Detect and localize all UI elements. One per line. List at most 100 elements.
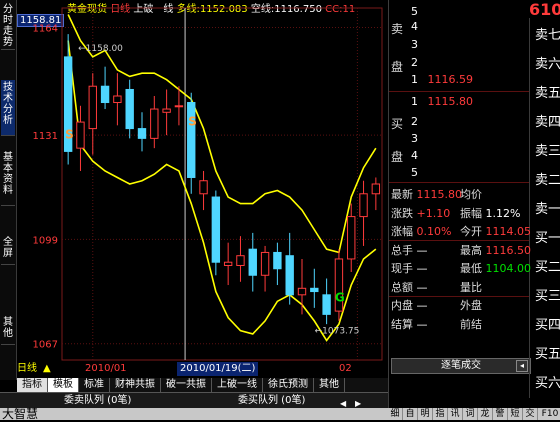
candle-body — [285, 255, 294, 296]
stat-value: 1116.50 — [485, 243, 532, 257]
sell-label-2: 盘 — [391, 60, 404, 74]
y-tick-label: 1131 — [33, 131, 58, 142]
x-label-cursor: 2010/01/19(二) — [177, 362, 259, 376]
level-number: 1 — [411, 73, 418, 86]
level-number: 4 — [411, 20, 418, 33]
tab-other[interactable]: 其他 — [1, 315, 15, 345]
sell-signal-marker: S — [188, 114, 197, 128]
left-tab-strip: 分时走势 技术分析 基本资料 全屏 其他 — [0, 0, 17, 380]
candle-body — [236, 255, 245, 266]
side-level-label: 买一 — [535, 231, 560, 246]
stat-row: 涨跌 +1.10 振幅 1.12% — [391, 205, 529, 221]
stat-key: 最高 — [460, 243, 482, 257]
level-price: 1116.59 — [427, 73, 474, 86]
sell-level-row: 3 — [411, 38, 424, 51]
tab-xu-forecast[interactable]: 徐氏预测 — [263, 378, 314, 392]
tab-standard[interactable]: 标准 — [79, 378, 110, 392]
status-button[interactable]: 细 — [388, 408, 403, 420]
stat-key: 最低 — [460, 262, 482, 275]
trade-detail-button[interactable]: 逐笔成交 — [391, 358, 531, 374]
stat-row: 总额 — 量比 — [391, 279, 529, 295]
tab-fundamentals[interactable]: 基本资料 — [1, 150, 15, 206]
sell-level-row: 2 — [411, 56, 424, 69]
buy-label-1: 买 — [391, 117, 404, 131]
candle-body — [125, 88, 134, 130]
side-level-label: 卖三 — [535, 144, 560, 159]
buy-label-2: 盘 — [391, 150, 404, 164]
status-button[interactable]: 交 — [523, 408, 538, 420]
kline-chart[interactable]: 黄金现货 日线 上破一线 多线:1152.083 空线:1116.750 CC:… — [17, 0, 388, 378]
stat-value: — — [416, 243, 428, 257]
stat-value: — — [416, 280, 428, 294]
side-level-label: 卖六 — [535, 57, 560, 72]
low-annotation: ←1073.75 — [315, 327, 360, 337]
tab-fullscreen[interactable]: 全屏 — [1, 235, 15, 265]
side-level-label: 买三 — [535, 289, 560, 304]
level-number: 3 — [411, 38, 418, 51]
status-button[interactable]: 自 — [403, 408, 418, 420]
divider-line — [389, 91, 529, 92]
level-number: 4 — [411, 149, 418, 162]
status-bar: 大智慧 细自明指讯词龙警短交 F10 — [0, 407, 560, 421]
stat-value: — — [416, 299, 428, 312]
quote-panel: 610 卖 盘 买 盘 逐笔成交 ◂ 卖七 卖六 卖五 卖四 卖三 卖二 卖一 买一 买二 买三买… — [388, 0, 560, 420]
status-button[interactable]: F10 — [538, 408, 560, 420]
stat-key: 今开 — [460, 225, 482, 238]
tab-indicator[interactable]: 指标 — [17, 378, 48, 392]
stat-value: 0.10% — [416, 225, 452, 238]
buy-level-row: 3 — [411, 132, 424, 145]
candle-body — [76, 121, 85, 149]
stat-row: 涨幅 0.10% 今开 1114.05 — [391, 223, 532, 239]
stat-value: 1114.05 — [485, 225, 532, 238]
status-button[interactable]: 短 — [508, 408, 523, 420]
sell-level-row: 1 1116.59 — [411, 73, 473, 86]
stat-value: — — [416, 317, 428, 331]
stat-key: 最新 — [391, 188, 413, 201]
stat-row: 现手 — 最低 1104.00 — [391, 260, 532, 276]
level-number: 1 — [411, 95, 418, 108]
candle-body — [137, 128, 147, 139]
buy-level-row: 1 1115.80 — [411, 95, 473, 108]
tab-break-resonance[interactable]: 破一共振 — [161, 378, 212, 392]
candle-body — [273, 251, 282, 270]
candle-body — [199, 180, 208, 195]
high-annotation: ←1158.00 — [78, 44, 123, 54]
candle-body — [100, 85, 110, 104]
tab-template[interactable]: 模板 — [48, 378, 79, 392]
buy-queue-label: 委买队列 (0笔) — [238, 395, 306, 406]
status-button[interactable]: 讯 — [448, 408, 463, 420]
tab-caishen-resonance[interactable]: 财神共振 — [110, 378, 161, 392]
candle-body — [359, 193, 368, 218]
sell-level-row: 5 — [411, 5, 424, 18]
level-number: 5 — [411, 166, 418, 179]
side-level-label: 卖一 — [535, 202, 560, 217]
side-divider — [529, 18, 530, 398]
stat-key: 量比 — [460, 280, 482, 294]
stat-value: 1115.80 — [416, 188, 463, 201]
stat-value: +1.10 — [416, 206, 451, 220]
stat-key: 总手 — [391, 243, 413, 257]
stat-key: 外盘 — [460, 299, 482, 312]
candle-body — [150, 108, 159, 139]
status-button[interactable]: 词 — [463, 408, 478, 420]
tab-others[interactable]: 其他 — [314, 378, 345, 392]
status-button[interactable]: 警 — [493, 408, 508, 420]
stat-value: — — [416, 262, 428, 275]
buy-level-row: 4 — [411, 149, 424, 162]
candle-body — [260, 251, 270, 276]
buy-level-row: 5 — [411, 166, 424, 179]
tab-break-line[interactable]: 上破一线 — [212, 378, 263, 392]
candle-body — [162, 108, 171, 113]
status-button[interactable]: 指 — [433, 408, 448, 420]
tab-technical-analysis[interactable]: 技术分析 — [1, 80, 15, 136]
x-label-right: 02 — [339, 363, 352, 374]
side-level-label: 买二 — [535, 260, 560, 275]
expand-icon[interactable]: ◂ — [516, 360, 528, 372]
stat-value: 1104.00 — [485, 262, 532, 275]
tab-timeshare[interactable]: 分时走势 — [1, 2, 15, 50]
status-button[interactable]: 龙 — [478, 408, 493, 420]
status-button[interactable]: 明 — [418, 408, 433, 420]
candle-body — [174, 105, 184, 108]
stat-key: 涨幅 — [391, 225, 413, 238]
candle-body — [347, 216, 356, 260]
